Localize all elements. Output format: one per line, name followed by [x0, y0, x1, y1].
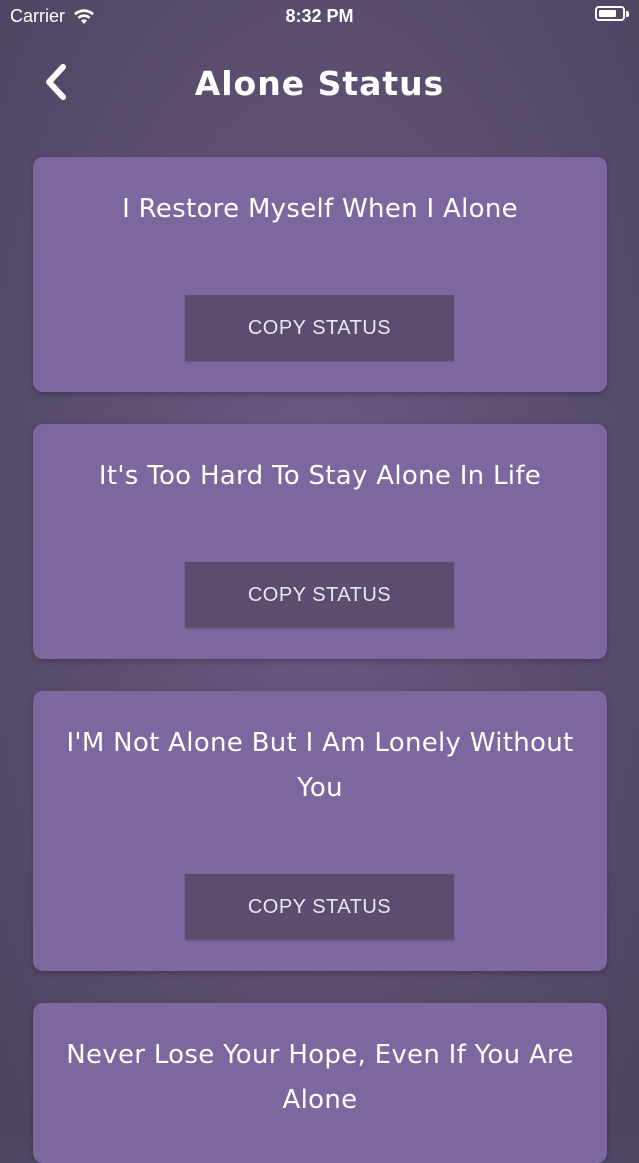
copy-status-button[interactable]: COPY STATUS — [185, 874, 454, 940]
status-card: Never Lose Your Hope, Even If You Are Al… — [33, 1003, 607, 1163]
copy-status-button[interactable]: COPY STATUS — [185, 562, 454, 628]
status-text: I Restore Myself When I Alone — [122, 194, 518, 224]
status-text: Never Lose Your Hope, Even If You Are Al… — [66, 1040, 574, 1115]
status-text: I'M Not Alone But I Am Lonely Without Yo… — [66, 728, 574, 803]
status-text: It's Too Hard To Stay Alone In Life — [98, 461, 542, 491]
battery-level — [599, 10, 616, 17]
copy-status-button[interactable]: COPY STATUS — [185, 295, 454, 361]
nav-bar: Alone Status — [0, 52, 639, 118]
battery-icon — [595, 6, 629, 21]
status-card: It's Too Hard To Stay Alone In Life COPY… — [33, 424, 607, 659]
page-title: Alone Status — [194, 64, 445, 103]
status-card: I Restore Myself When I Alone COPY STATU… — [33, 157, 607, 392]
status-bar: Carrier 8:32 PM — [0, 0, 639, 34]
status-time: 8:32 PM — [285, 6, 354, 26]
status-card: I'M Not Alone But I Am Lonely Without Yo… — [33, 691, 607, 971]
